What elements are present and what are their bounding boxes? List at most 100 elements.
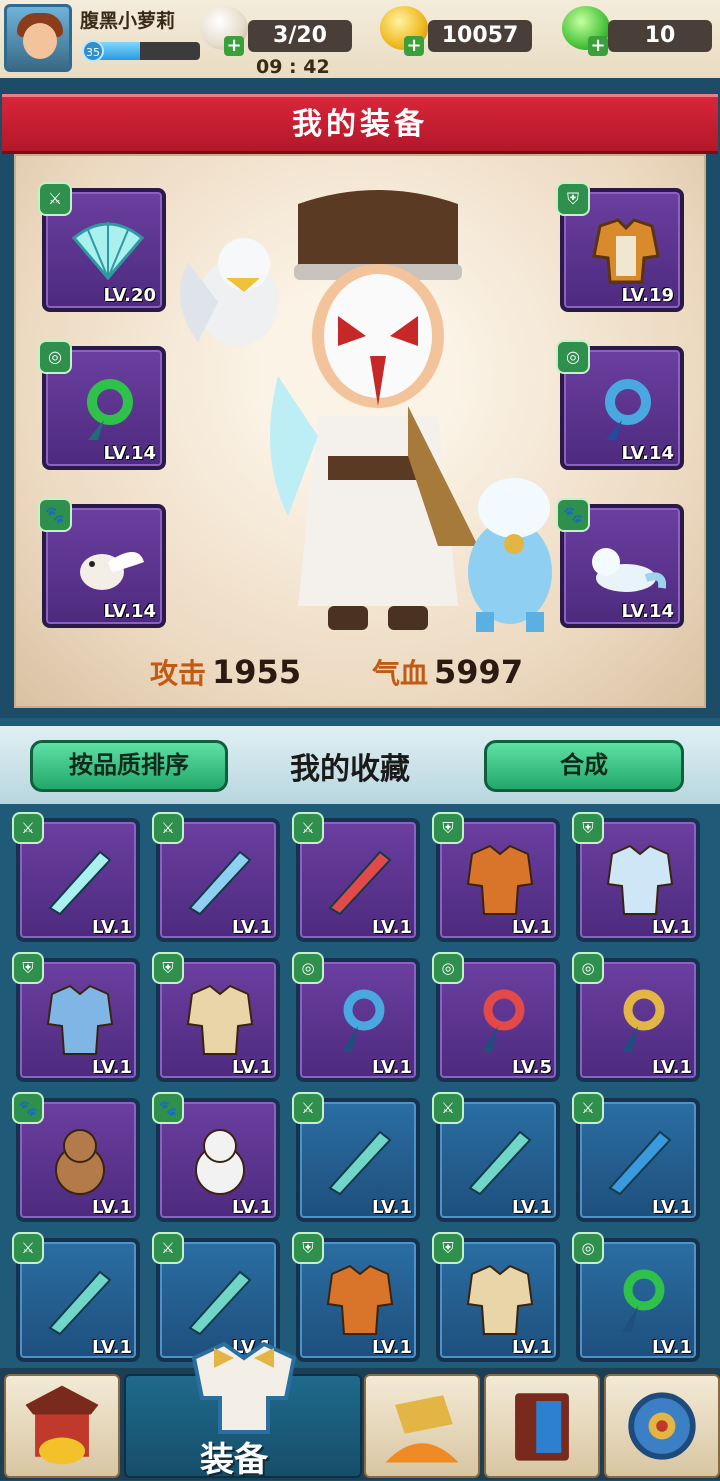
armor-icon [592, 218, 660, 284]
pendant-tag-icon: ◎ [292, 952, 324, 984]
level-label: LV.1 [232, 1197, 272, 1218]
weapon-tag-icon: ⚔ [12, 1232, 44, 1264]
level-label: LV.1 [512, 1197, 552, 1218]
teal-dagger-icon [48, 1270, 112, 1336]
tan-robe-2-icon [466, 1264, 534, 1335]
pendant-tag-icon: ◎ [556, 340, 590, 374]
white-robe-icon [606, 844, 674, 915]
nav-book-button[interactable] [484, 1374, 600, 1478]
collection-slot[interactable]: ⚔ LV.1 [12, 1232, 140, 1362]
collection-slot[interactable]: ⛨ LV.1 [432, 812, 560, 942]
level-label: LV.1 [372, 917, 412, 938]
armor-tag-icon: ⛨ [556, 182, 590, 216]
collection-slot[interactable]: ⚔ LV.1 [292, 1092, 420, 1222]
pet-tag-icon: 🐾 [152, 1092, 184, 1124]
armor-tag-icon: ⛨ [432, 812, 464, 844]
level-label: LV.1 [652, 1197, 692, 1218]
collection-slot[interactable]: ◎ LV.5 [432, 952, 560, 1082]
avatar-face [23, 23, 57, 59]
player-level-badge: 35 [82, 40, 104, 62]
collection-slot[interactable]: 🐾 LV.1 [12, 1092, 140, 1222]
weapon-tag-icon: ⚔ [152, 812, 184, 844]
red-pendant-icon [482, 989, 525, 1052]
equip-slot-pet-left[interactable]: 🐾 LV.14 [38, 498, 166, 628]
craft-button[interactable]: 合成 [484, 740, 684, 792]
level-label: LV.1 [232, 1057, 272, 1078]
level-label: LV.1 [512, 917, 552, 938]
collection-slot[interactable]: ⛨ LV.1 [152, 952, 280, 1082]
armor-tag-icon: ⛨ [572, 812, 604, 844]
collection-slot[interactable]: ⚔ LV.1 [432, 1092, 560, 1222]
attack-label: 攻击 [150, 657, 207, 690]
player-name: 腹黑小萝莉 [80, 10, 176, 32]
level-label: LV.1 [372, 1197, 412, 1218]
equip-slot-armor[interactable]: ⛨ LV.19 [556, 182, 684, 312]
stamina-timer: 09 : 42 [256, 56, 330, 78]
level-label: LV.1 [372, 1057, 412, 1078]
armor-tag-icon: ⛨ [292, 1232, 324, 1264]
blue-fan-icon [608, 1130, 672, 1196]
equip-slot-pet-right[interactable]: 🐾 LV.14 [556, 498, 684, 628]
monkey-pet-icon [55, 1129, 105, 1195]
armor-tag-icon: ⛨ [12, 952, 44, 984]
equip-slot-weapon[interactable]: ⚔ LV.20 [38, 182, 166, 312]
add-stamina-button[interactable]: + [224, 36, 244, 56]
weapon-tag-icon: ⚔ [432, 1092, 464, 1124]
nav-equipment-label: 装备 [200, 1440, 268, 1480]
add-jade-button[interactable]: + [588, 36, 608, 56]
level-label: LV.19 [621, 285, 675, 306]
ferret-companion [468, 478, 552, 632]
orange-cloak-icon [466, 844, 534, 915]
gear-icon [628, 1392, 696, 1460]
blue-pendant-icon [605, 379, 651, 440]
collection-slot[interactable]: ⚔ LV.1 [152, 812, 280, 942]
collection-slot[interactable]: ⛨ LV.1 [572, 812, 700, 942]
level-label: LV.1 [652, 1057, 692, 1078]
collection-slot[interactable]: ⛨ LV.1 [12, 952, 140, 1082]
collection-slot[interactable]: 🐾 LV.1 [152, 1092, 280, 1222]
nav-forge-button[interactable] [364, 1374, 480, 1478]
level-label: LV.14 [621, 443, 675, 464]
level-label: LV.5 [512, 1057, 552, 1078]
nav-settings-button[interactable] [604, 1374, 720, 1478]
collection-slot[interactable]: ◎ LV.1 [572, 1232, 700, 1362]
level-label: LV.20 [103, 285, 157, 306]
collection-slot[interactable]: ⚔ LV.1 [572, 1092, 700, 1222]
collection-slot[interactable]: ⚔ LV.1 [292, 812, 420, 942]
white-bird-icon [80, 552, 144, 590]
weapon-tag-icon: ⚔ [38, 182, 72, 216]
weapon-tag-icon: ⚔ [292, 812, 324, 844]
shop-icon [25, 1385, 99, 1465]
collection-slot[interactable]: ⛨ LV.1 [432, 1232, 560, 1362]
fan-icon [71, 222, 145, 281]
armor-tag-icon: ⛨ [152, 952, 184, 984]
equip-slot-pendant-right[interactable]: ◎ LV.14 [556, 340, 684, 470]
hp-stat: 气血 5997 [372, 652, 523, 692]
collection-slot[interactable]: ◎ LV.1 [572, 952, 700, 1082]
level-label: LV.1 [232, 917, 272, 938]
jade-counter: 10 [608, 20, 712, 52]
equip-slot-pendant-left[interactable]: ◎ LV.14 [38, 340, 166, 470]
white-bird-companion [180, 238, 278, 346]
teal-sword-icon [328, 1130, 392, 1196]
blue-robe-icon [46, 984, 114, 1055]
level-label: LV.1 [512, 1337, 552, 1358]
level-label: LV.1 [92, 1057, 132, 1078]
collection-slot[interactable]: ⛨ LV.1 [292, 1232, 420, 1362]
player-avatar[interactable] [4, 4, 72, 72]
level-label: LV.1 [372, 1337, 412, 1358]
collection-slot[interactable]: ⚔ LV.1 [12, 812, 140, 942]
hp-label: 气血 [372, 657, 429, 690]
nav-shop-button[interactable] [4, 1374, 120, 1478]
pet-paw-icon: 🐾 [38, 498, 72, 532]
level-label: LV.1 [652, 1337, 692, 1358]
level-label: LV.1 [652, 917, 692, 938]
sort-by-quality-button[interactable]: 按品质排序 [30, 740, 228, 792]
jade-pendant-icon [87, 379, 133, 440]
exp-bar [96, 42, 200, 60]
weapon-tag-icon: ⚔ [292, 1092, 324, 1124]
add-gold-button[interactable]: + [404, 36, 424, 56]
pendant-tag-icon: ◎ [432, 952, 464, 984]
collection-slot[interactable]: ◎ LV.1 [292, 952, 420, 1082]
level-label: LV.14 [103, 601, 157, 622]
